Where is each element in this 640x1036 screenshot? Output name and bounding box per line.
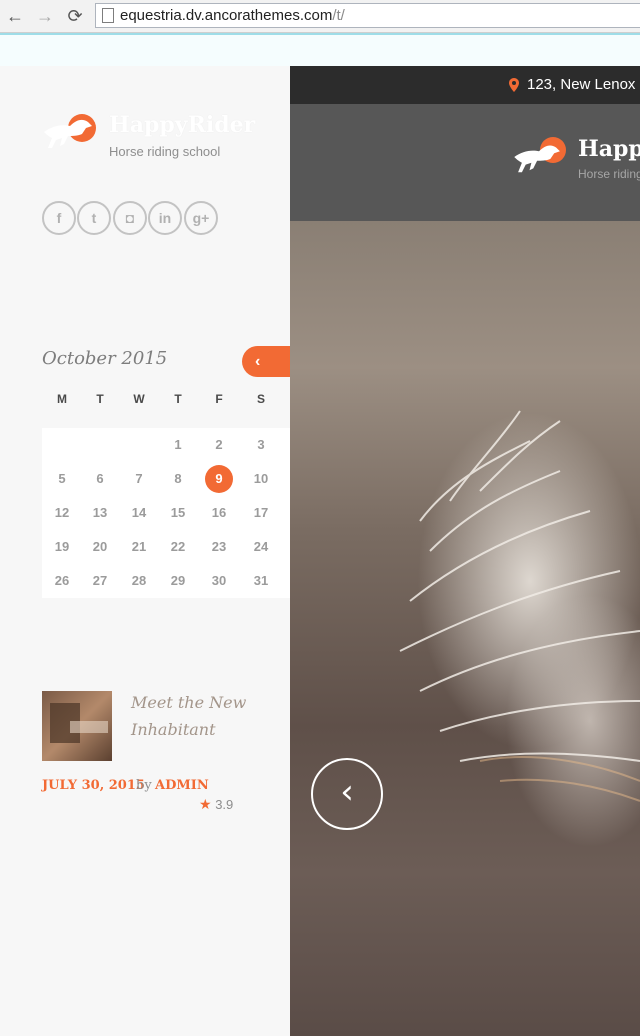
calendar-day[interactable]: 17 [242,496,280,530]
googleplus-icon[interactable]: g+ [184,201,218,235]
slider-prev-button[interactable]: ‹ [311,758,383,830]
calendar-day-today[interactable]: 9 [200,462,238,496]
calendar-day[interactable]: 24 [242,530,280,564]
calendar-day[interactable]: 1 [159,428,197,462]
calendar-day[interactable]: 6 [81,462,119,496]
post-rating: ★ 3.9 [199,796,233,813]
calendar-day[interactable]: 20 [81,530,119,564]
calendar-day[interactable]: 3 [242,428,280,462]
calendar-day[interactable]: 5 [43,462,81,496]
weekday-label: W [133,392,145,406]
chevron-left-icon: ‹ [340,772,354,812]
calendar-day[interactable]: 10 [242,462,280,496]
calendar-day[interactable]: 26 [43,564,81,598]
weekday-label: T [174,392,182,406]
hero-slider-image: ‹ [290,221,640,1036]
post-date[interactable]: JULY 30, 2015 [42,778,145,793]
header-brand-name[interactable]: HappyRider [578,136,640,162]
brand-tagline: Horse riding school [109,144,221,159]
horse-mane-image [399,410,640,802]
calendar-day[interactable]: 2 [200,428,238,462]
back-arrow-icon[interactable]: ← [4,5,26,27]
address-bar[interactable]: equestria.dv.ancorathemes.com/t/ [95,3,640,28]
star-icon: ★ [199,796,212,812]
calendar-empty-cell [120,428,158,462]
calendar-empty-cell [81,428,119,462]
rating-value: 3.9 [215,797,234,812]
url-text[interactable]: equestria.dv.ancorathemes.com/t/ [120,7,345,24]
calendar-grid: 1234567891011121314151617181920212223242… [42,428,320,598]
twitter-icon[interactable]: t [77,201,111,235]
forward-arrow-icon[interactable]: → [34,5,56,27]
page-icon [102,8,114,23]
post-title[interactable]: Meet the New Inhabitant [131,689,271,743]
calendar-day[interactable]: 27 [81,564,119,598]
calendar-day[interactable]: 13 [81,496,119,530]
top-info-bar: 123, New Lenox [290,66,640,104]
calendar-month-title: October 2015 [42,348,168,369]
calendar-day[interactable]: 23 [200,530,238,564]
calendar-day[interactable]: 30 [200,564,238,598]
calendar-day[interactable]: 21 [120,530,158,564]
weekday-label: S [256,392,265,406]
logo-horse-icon [44,119,92,148]
calendar-day[interactable]: 22 [159,530,197,564]
brand-name[interactable]: HappyRider [109,112,255,138]
calendar-day[interactable]: 8 [159,462,197,496]
main-area: 123, New Lenox HappyRider Horse riding s… [290,66,640,1036]
weekday-label: T [96,392,104,406]
calendar-day[interactable]: 16 [200,496,238,530]
calendar-day[interactable]: 14 [120,496,158,530]
calendar-empty-cell [43,428,81,462]
header-brand-tagline: Horse riding school [578,167,640,181]
site-header: HappyRider Horse riding school [290,104,640,221]
calendar-day[interactable]: 28 [120,564,158,598]
calendar-day[interactable]: 19 [43,530,81,564]
calendar-day[interactable]: 29 [159,564,197,598]
facebook-icon[interactable]: f [42,201,76,235]
calendar-weekdays: M T W T F S S [42,392,320,414]
post-thumbnail[interactable] [42,691,112,761]
reload-icon[interactable]: ⟳ [64,5,86,27]
location-pin-icon [509,78,519,92]
address-text: 123, New Lenox [527,76,636,93]
post-author[interactable]: ADMIN [155,778,209,793]
browser-strip [0,33,640,66]
calendar-day[interactable]: 15 [159,496,197,530]
calendar-day[interactable]: 12 [43,496,81,530]
browser-toolbar: ← → ⟳ equestria.dv.ancorathemes.com/t/ [0,0,640,33]
weekday-label: M [57,392,67,406]
calendar-day[interactable]: 7 [120,462,158,496]
calendar-day[interactable]: 31 [242,564,280,598]
instagram-icon[interactable]: ◘ [113,201,147,235]
logo-horse-icon [514,145,560,173]
chevron-left-icon: ‹ [255,353,261,370]
post-by-label: by [136,778,152,793]
linkedin-icon[interactable]: in [148,201,182,235]
weekday-label: F [215,392,223,406]
